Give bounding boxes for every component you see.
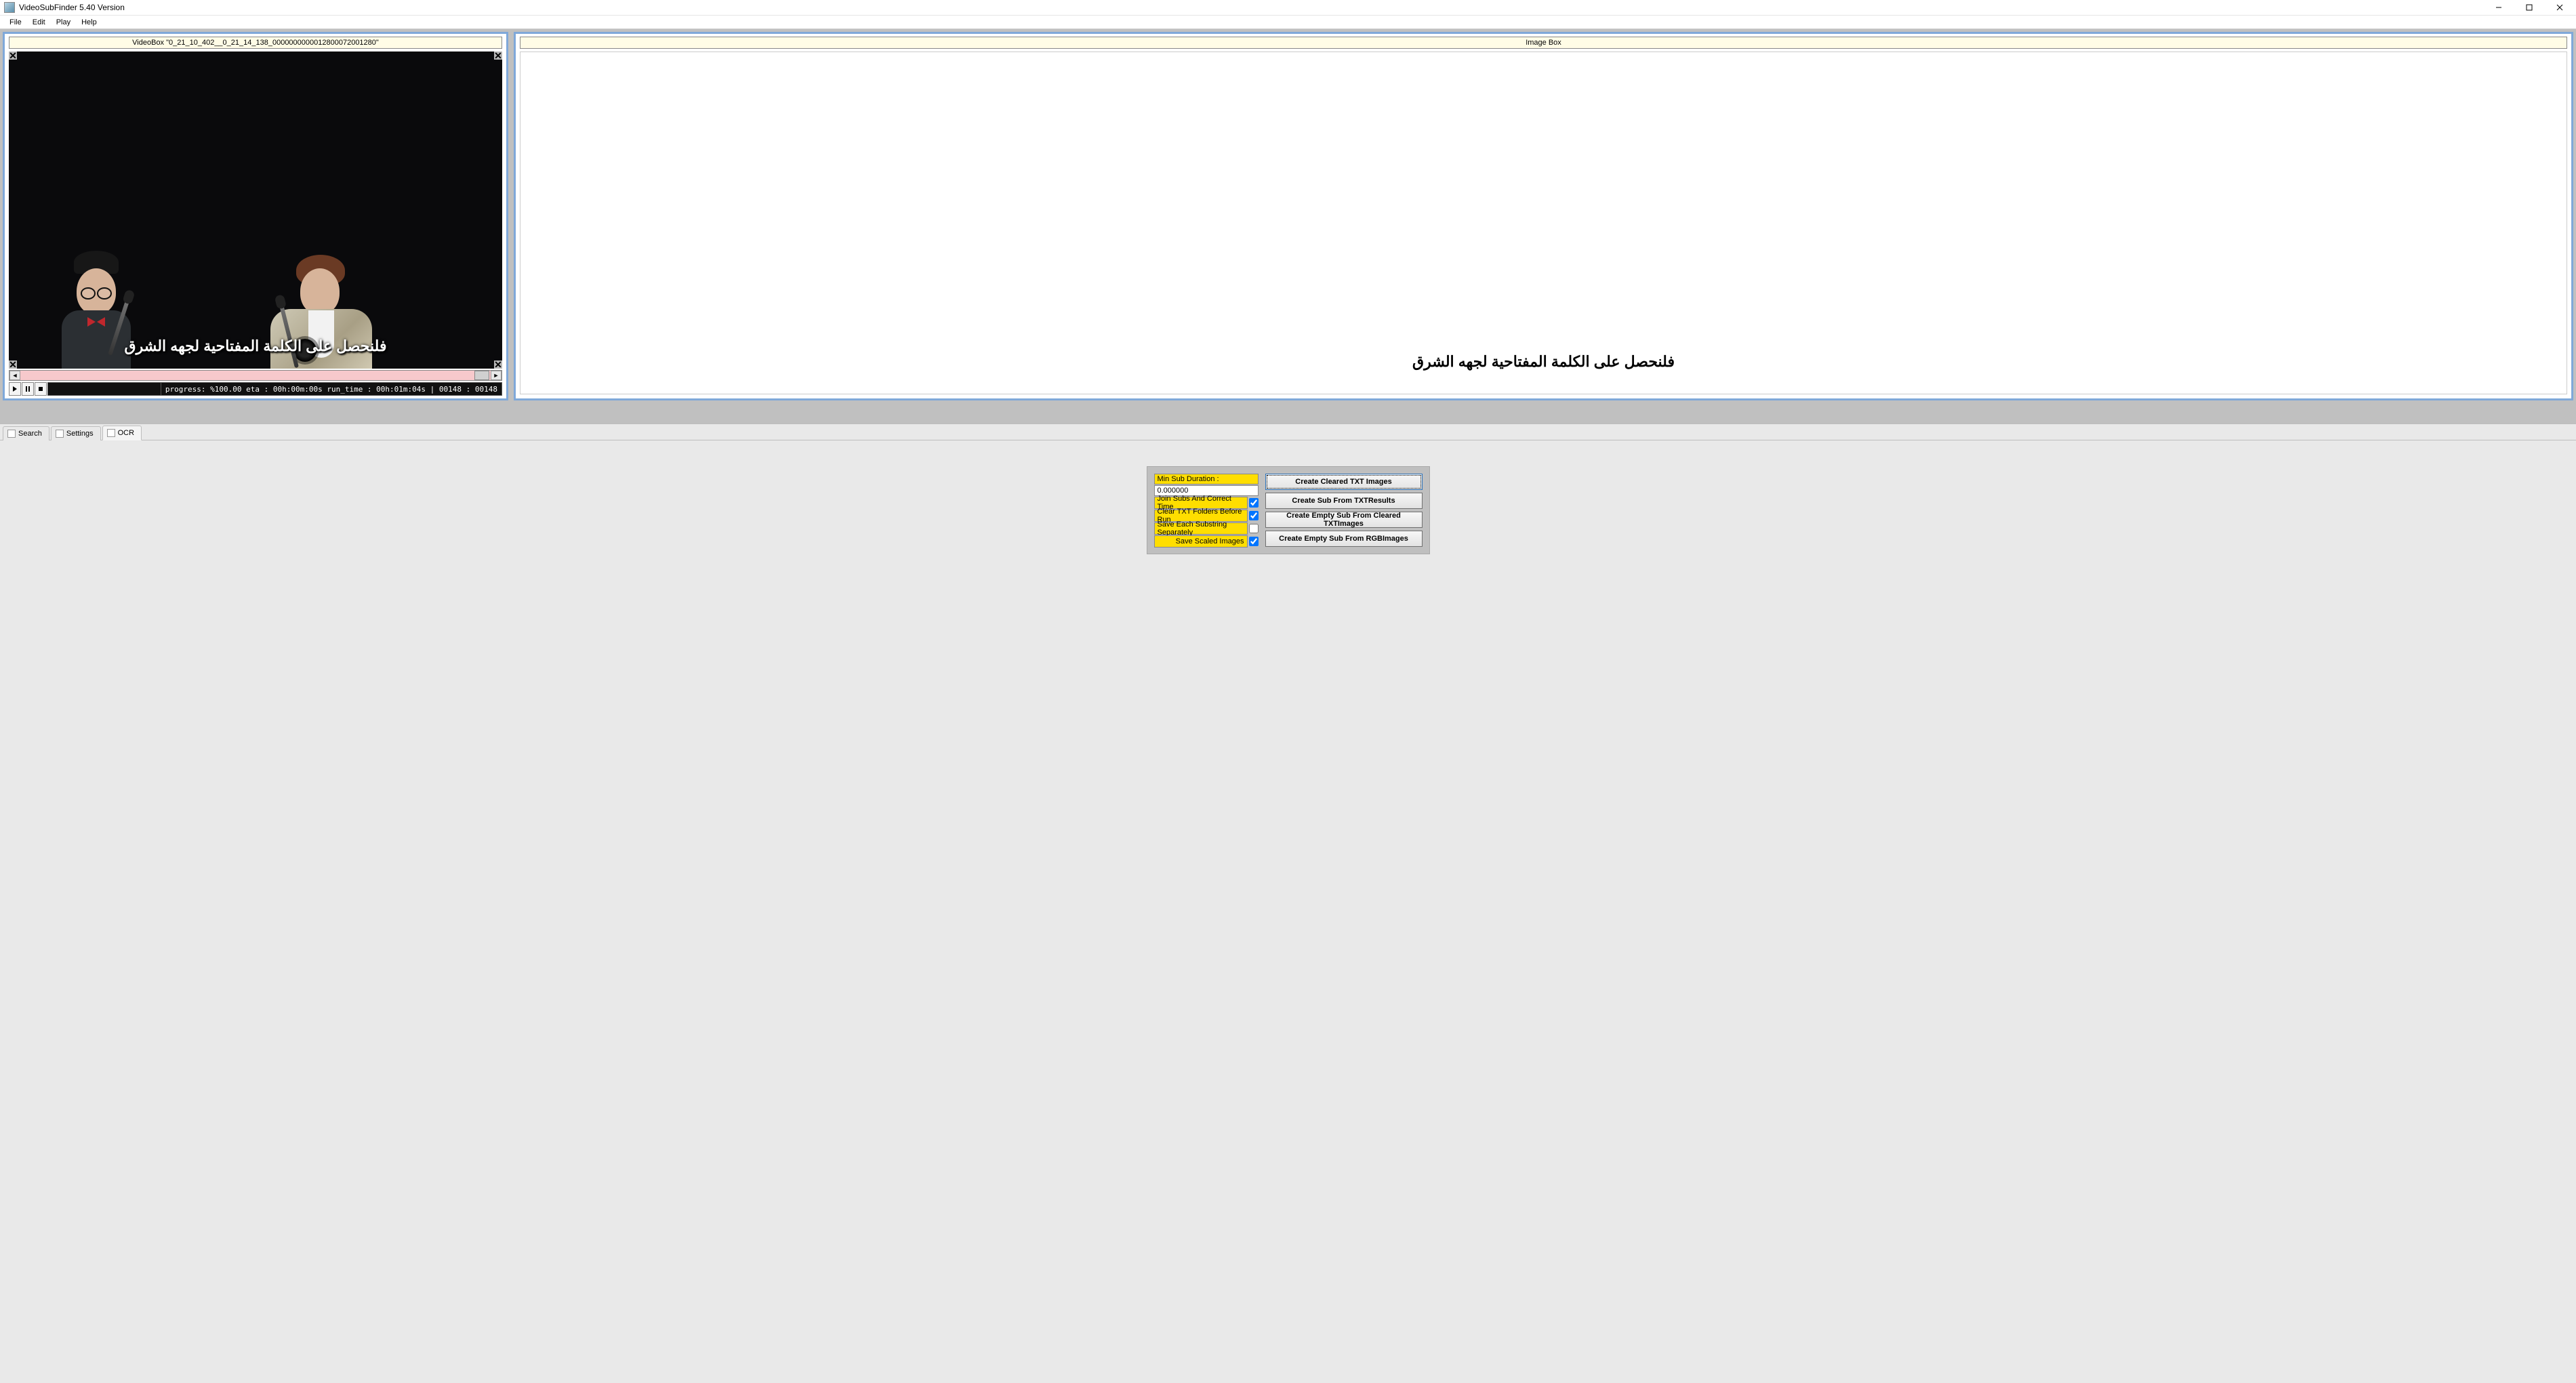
maximize-icon (2526, 4, 2533, 11)
tab-ocr[interactable]: OCR (102, 426, 142, 440)
play-button[interactable] (9, 382, 21, 396)
pause-button[interactable] (22, 382, 34, 396)
tab-content-ocr: Min Sub Duration : Join Subs And Correct… (0, 440, 2576, 1383)
window-title: VideoSubFinder 5.40 Version (19, 3, 125, 12)
bottom-tabs: Search Settings OCR Min Sub Duration : (0, 424, 2576, 1383)
pause-icon (25, 386, 30, 392)
stop-button[interactable] (35, 382, 47, 396)
titlebar-left: VideoSubFinder 5.40 Version (1, 2, 125, 13)
app-icon (4, 2, 15, 13)
seek-track[interactable] (47, 382, 161, 396)
tab-label: Search (18, 430, 42, 438)
opt-save-scaled-checkbox[interactable] (1249, 537, 1259, 546)
image-area: فلنحصل على الكلمة المفتاحية لجهه الشرق (520, 51, 2567, 394)
scroll-track[interactable] (20, 371, 491, 380)
opt-label: Save Scaled Images (1154, 535, 1248, 548)
minimize-icon (2495, 4, 2502, 11)
scroll-right-icon[interactable]: ► (491, 371, 502, 380)
burned-subtitle: فلنحصل على الكلمة المفتاحية لجهه الشرق (125, 337, 387, 355)
image-panel-header: Image Box (520, 37, 2567, 49)
tab-icon (56, 430, 64, 438)
play-icon (12, 386, 18, 392)
titlebar: VideoSubFinder 5.40 Version (0, 0, 2576, 16)
ocr-panel: Min Sub Duration : Join Subs And Correct… (1147, 466, 1430, 554)
create-cleared-txt-images-button[interactable]: Create Cleared TXT Images (1265, 474, 1423, 490)
close-icon (2556, 4, 2563, 11)
image-panel: Image Box فلنحصل على الكلمة المفتاحية لج… (514, 32, 2573, 400)
menu-file[interactable]: File (4, 17, 27, 28)
person-right (300, 268, 340, 314)
create-sub-from-txtresults-button[interactable]: Create Sub From TXTResults (1265, 493, 1423, 509)
opt-clear-txt-checkbox[interactable] (1249, 511, 1259, 520)
ocr-options: Min Sub Duration : Join Subs And Correct… (1154, 474, 1259, 547)
create-empty-sub-from-rgbimages-button[interactable]: Create Empty Sub From RGBImages (1265, 531, 1423, 547)
scroll-left-icon[interactable]: ◄ (9, 371, 20, 380)
menu-edit[interactable]: Edit (27, 17, 51, 28)
app-window: VideoSubFinder 5.40 Version File Edit Pl… (0, 0, 2576, 1383)
crop-handle-tl[interactable]: ✕ (9, 51, 17, 60)
tab-icon (7, 430, 16, 438)
opt-save-substring-checkbox[interactable] (1249, 524, 1259, 533)
maximize-button[interactable] (2514, 0, 2544, 15)
opt-save-substring: Save Each Substring Separately (1154, 522, 1259, 535)
stop-icon (38, 386, 43, 392)
menu-play[interactable]: Play (51, 17, 76, 28)
player-status: progress: %100.00 eta : 00h:00m:00s run_… (161, 382, 502, 396)
create-empty-sub-from-cleared-txtimages-button[interactable]: Create Empty Sub From Cleared TXTImages (1265, 512, 1423, 528)
window-controls (2483, 0, 2575, 15)
close-button[interactable] (2544, 0, 2575, 15)
opt-label: Save Each Substring Separately (1154, 522, 1248, 535)
timeline-scrollbar[interactable]: ◄ ► (9, 370, 502, 381)
panel-gap (0, 403, 2576, 424)
menubar: File Edit Play Help (0, 16, 2576, 29)
crop-handle-bl[interactable]: ✕ (9, 360, 17, 369)
extracted-subtitle: فلنحصل على الكلمة المفتاحية لجهه الشرق (1412, 353, 1675, 371)
ocr-buttons: Create Cleared TXT Images Create Sub Fro… (1265, 474, 1423, 547)
menu-help[interactable]: Help (76, 17, 102, 28)
person-left (77, 268, 116, 314)
scroll-thumb[interactable] (474, 371, 489, 380)
minimize-button[interactable] (2483, 0, 2514, 15)
tab-settings[interactable]: Settings (51, 426, 101, 440)
tab-label: OCR (118, 429, 134, 437)
tab-label: Settings (66, 430, 94, 438)
opt-join-subs-checkbox[interactable] (1249, 498, 1259, 508)
min-sub-duration-label: Min Sub Duration : (1154, 474, 1259, 484)
crop-handle-tr[interactable]: ✕ (494, 51, 502, 60)
video-frame[interactable]: فلنحصل على الكلمة المفتاحية لجهه الشرق ✕… (9, 51, 502, 369)
panels-row: VideoBox "0_21_10_402__0_21_14_138_00000… (0, 29, 2576, 403)
video-panel: VideoBox "0_21_10_402__0_21_14_138_00000… (3, 32, 508, 400)
player-controls: progress: %100.00 eta : 00h:00m:00s run_… (9, 382, 502, 396)
crop-handle-br[interactable]: ✕ (494, 360, 502, 369)
tabstrip: Search Settings OCR (0, 424, 2576, 440)
opt-save-scaled: Save Scaled Images (1154, 535, 1259, 548)
workspace: VideoBox "0_21_10_402__0_21_14_138_00000… (0, 29, 2576, 1383)
video-scene (9, 51, 502, 369)
tab-search[interactable]: Search (3, 426, 49, 440)
tab-icon (107, 429, 115, 437)
video-panel-header: VideoBox "0_21_10_402__0_21_14_138_00000… (9, 37, 502, 49)
